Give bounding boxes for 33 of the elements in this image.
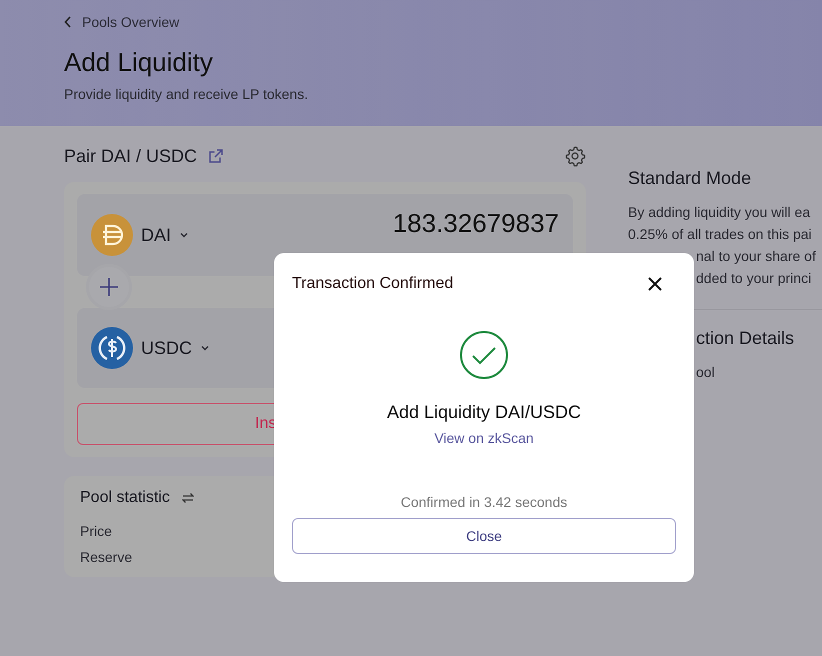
description-line: By adding liquidity you will ea [628,203,810,222]
check-circle-icon [459,330,509,380]
swap-icon[interactable] [182,492,194,504]
token-selector[interactable]: USDC [91,327,210,369]
chevron-down-icon [200,343,210,353]
page-subtitle: Provide liquidity and receive LP tokens. [64,86,308,102]
section-title: ction Details [695,328,794,349]
page-title: Add Liquidity [64,47,214,78]
coin-icon [91,214,133,256]
section-title: Standard Mode [628,168,752,189]
stat-label: Price [80,523,112,539]
back-icon [64,16,72,28]
description-line: nal to your share of [696,247,816,266]
close-icon [647,276,663,292]
dialog-heading: Add Liquidity DAI/USDC [386,402,582,423]
explorer-link[interactable]: View on zkScan [434,430,534,446]
token-selector[interactable]: DAI [91,214,190,256]
pair-title: Pair DAI / USDC [64,146,198,166]
stat-label: Reserve [80,549,132,565]
plus-icon [99,277,119,297]
coin-icon [91,327,133,369]
confirmation-time: Confirmed in 3.42 seconds [400,494,568,510]
detail-label: ool [696,363,715,382]
dialog-title: Transaction Confirmed [292,275,454,293]
chevron-down-icon [179,230,190,240]
close-dialog-button[interactable]: Close [292,518,676,554]
external-link-icon[interactable] [209,149,224,163]
description-line: dded to your princi [696,269,812,288]
pool-statistic-title: Pool statistic [80,489,170,507]
description-line: 0.25% of all trades on this pai [628,225,812,244]
amount-value[interactable]: 183.32679837 [392,208,559,239]
settings-icon[interactable] [564,145,586,167]
back-link[interactable]: Pools Overview [64,14,180,30]
